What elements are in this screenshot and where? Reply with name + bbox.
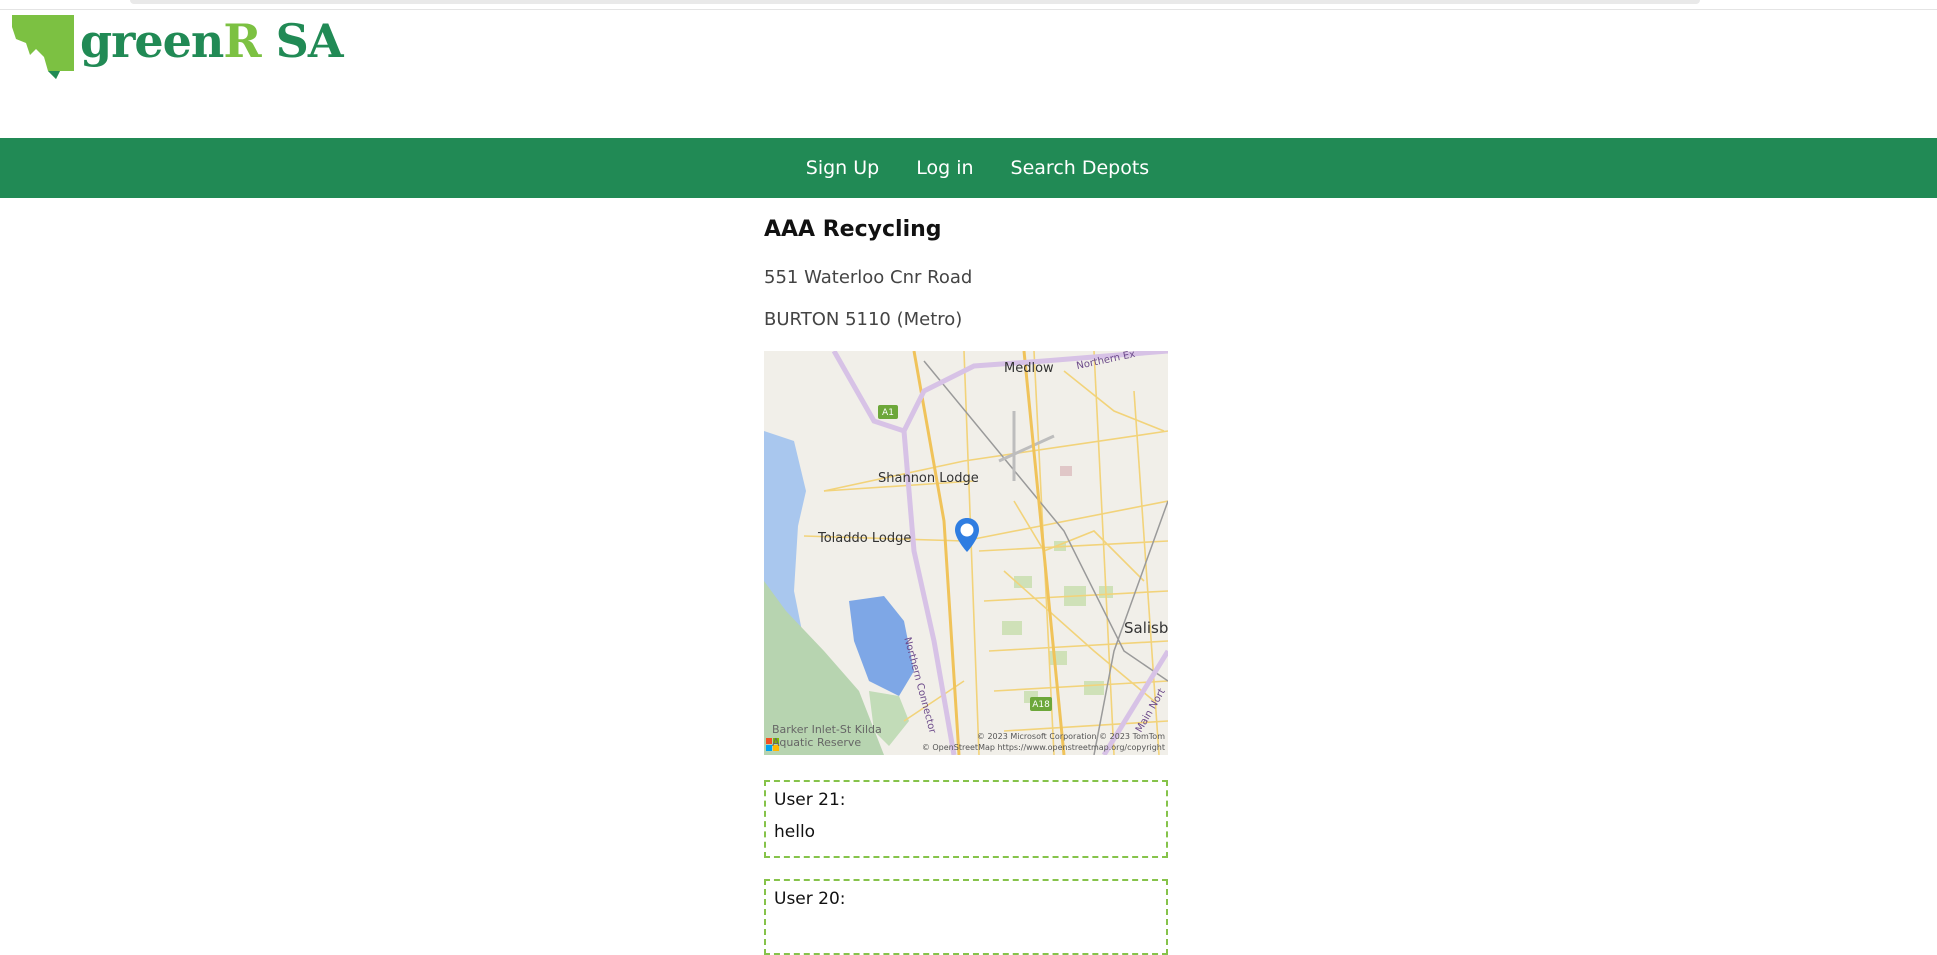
site-logo[interactable]: greenR SA (10, 12, 344, 80)
map-badge-a18: A18 (1032, 700, 1050, 710)
comment-user: User 20: (774, 889, 846, 909)
map-label-medlow: Medlow (1004, 361, 1054, 376)
map-label-shannon-lodge: Shannon Lodge (878, 471, 979, 486)
browser-top-bar (130, 0, 1700, 4)
nav-search-depots[interactable]: Search Depots (1011, 157, 1150, 179)
comment-card: User 21: hello (764, 780, 1168, 858)
main-navbar: Sign Up Log in Search Depots (0, 138, 1937, 198)
map-label-barker-inlet: Barker Inlet-St Kilda Aquatic Reserve (772, 723, 882, 749)
south-australia-map-icon (12, 15, 74, 79)
nav-sign-up[interactable]: Sign Up (806, 157, 879, 179)
depot-address-line1: 551 Waterloo Cnr Road (764, 267, 973, 288)
depot-address-line2: BURTON 5110 (Metro) (764, 309, 963, 330)
map-pin-icon[interactable] (954, 517, 980, 553)
depot-map[interactable]: A1 A18 Medlow Northern Ex Shannon Lodge … (764, 351, 1168, 755)
depot-name: AAA Recycling (764, 217, 942, 242)
site-logo-text: greenR SA (80, 14, 344, 68)
map-label-tolaldo-lodge: Toladdo Lodge (818, 531, 912, 546)
map-attribution: © 2023 Microsoft Corporation © 2023 TomT… (921, 732, 1165, 752)
depot-details: AAA Recycling 551 Waterloo Cnr Road BURT… (764, 217, 1170, 955)
nav-log-in[interactable]: Log in (916, 157, 973, 179)
map-tiles: A1 A18 (764, 351, 1168, 755)
map-label-salisb: Salisb (1124, 619, 1168, 637)
browser-divider (0, 9, 1937, 10)
comment-message: hello (774, 822, 816, 842)
comment-user: User 21: (774, 790, 846, 810)
comment-card: User 20: (764, 879, 1168, 955)
map-badge-a1: A1 (882, 408, 894, 418)
